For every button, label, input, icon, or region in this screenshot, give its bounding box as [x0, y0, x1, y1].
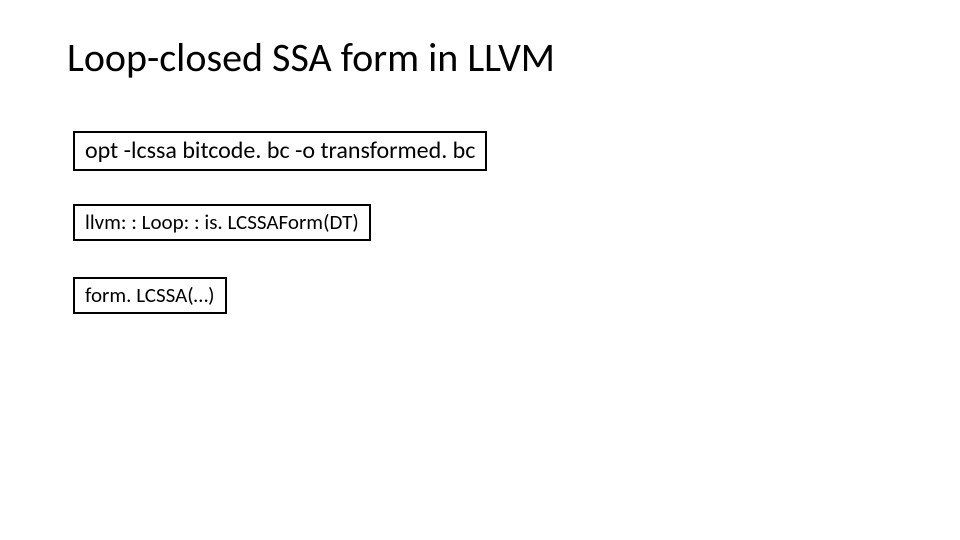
code-box-formlcssa: form. LCSSA(…) — [73, 277, 227, 314]
code-box-islcssaform: llvm: : Loop: : is. LCSSAForm(DT) — [73, 204, 371, 241]
code-box-opt-command: opt -lcssa bitcode. bc -o transformed. b… — [73, 131, 487, 171]
slide: Loop-closed SSA form in LLVM opt -lcssa … — [0, 0, 960, 540]
slide-title: Loop-closed SSA form in LLVM — [67, 33, 555, 82]
